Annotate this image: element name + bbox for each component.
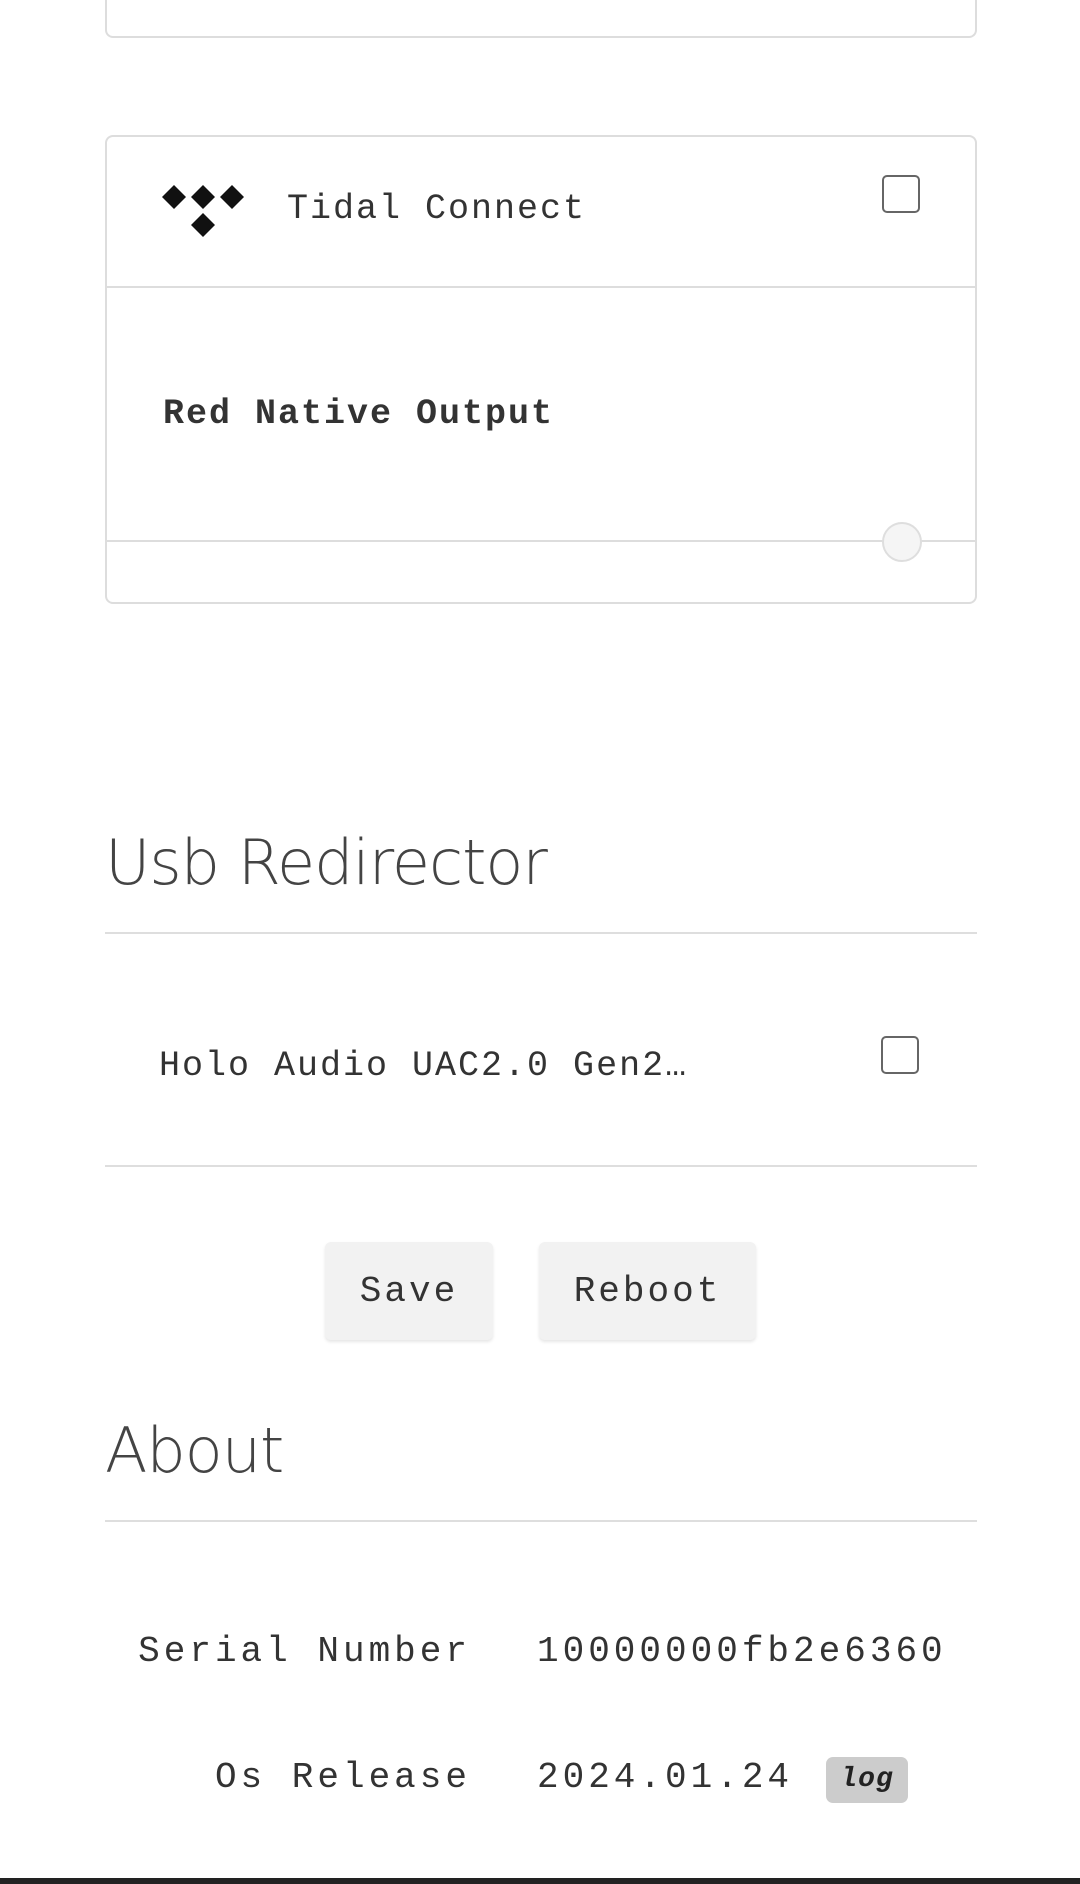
- output-row-tidal[interactable]: Tidal Connect: [107, 137, 975, 288]
- tidal-connect-label: Tidal Connect: [287, 189, 587, 229]
- red-native-output-radio[interactable]: [882, 522, 922, 562]
- reboot-button[interactable]: Reboot: [539, 1242, 756, 1340]
- serial-number-value: 10000000fb2e6360: [537, 1631, 947, 1672]
- save-button[interactable]: Save: [325, 1242, 493, 1340]
- log-link[interactable]: log: [826, 1757, 908, 1803]
- about-title: About: [105, 1414, 284, 1487]
- tidal-logo-icon: [162, 185, 244, 237]
- divider: [105, 1165, 977, 1167]
- divider: [105, 932, 977, 934]
- serial-number-label: Serial Number: [138, 1631, 471, 1672]
- bottom-edge: [0, 1878, 1080, 1884]
- os-release-label: Os Release: [214, 1757, 471, 1798]
- output-row-red-native[interactable]: Red Native Output: [107, 286, 975, 562]
- os-release-value: 2024.01.24: [537, 1757, 794, 1798]
- usb-device-label: Holo Audio UAC2.0 Gen2…: [159, 1046, 689, 1086]
- usb-device-checkbox[interactable]: [881, 1036, 919, 1074]
- red-native-output-label: Red Native Output: [163, 394, 555, 434]
- previous-card: [105, 0, 977, 38]
- settings-page: Tidal Connect Red Native Output Usb Redi…: [0, 0, 1080, 1884]
- tidal-connect-checkbox[interactable]: [882, 175, 920, 213]
- usb-redirector-title: Usb Redirector: [105, 826, 548, 899]
- outputs-card: Tidal Connect Red Native Output: [105, 135, 977, 604]
- divider: [105, 1520, 977, 1522]
